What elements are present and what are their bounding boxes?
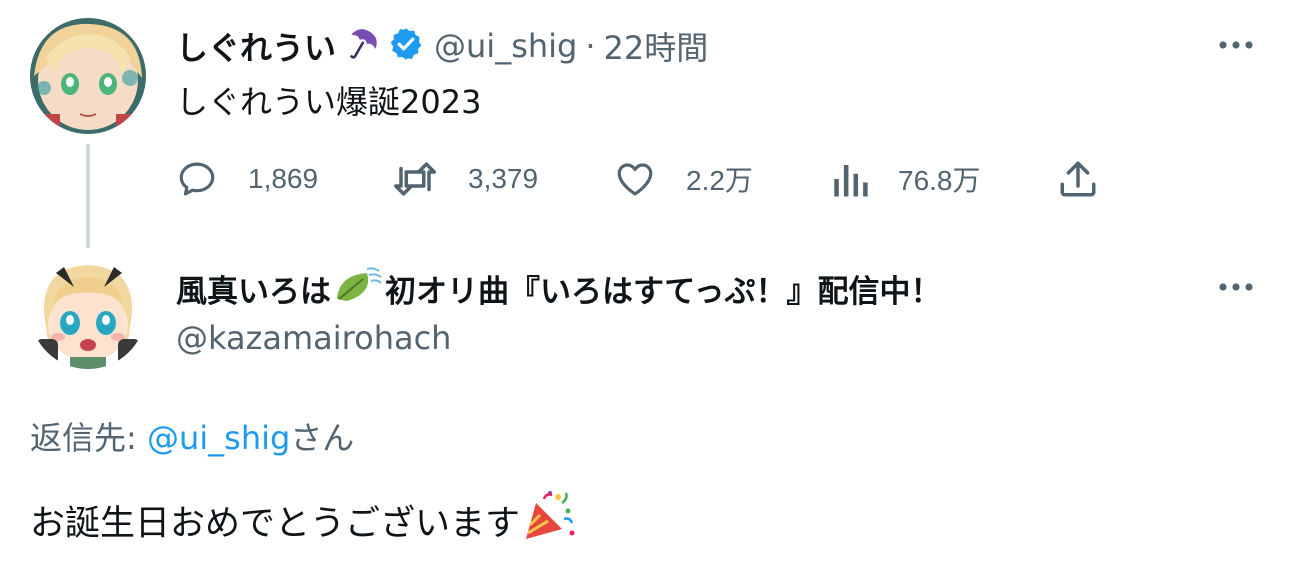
header-separator: · — [585, 27, 596, 65]
reply-author-name-prefix[interactable]: 風真いろは — [176, 266, 331, 311]
reply-text: お誕生日おめでとうございます — [30, 504, 521, 544]
author-display-name[interactable]: しぐれうい — [176, 23, 336, 69]
tweet-action-bar: 1,869 3,379 2.2万 76.8万 — [176, 154, 1106, 204]
share-icon — [1060, 161, 1096, 197]
retweet-icon — [394, 162, 436, 196]
like-button[interactable]: 2.2万 — [614, 154, 753, 204]
reply-button[interactable]: 1,869 — [176, 154, 318, 204]
avatar-shigure-ui[interactable] — [30, 18, 146, 134]
views-count: 76.8万 — [898, 165, 981, 196]
replying-to: 返信先: @ui_shigさん — [30, 413, 354, 459]
tweet-timestamp[interactable]: 22時間 — [604, 23, 709, 69]
retweet-count: 3,379 — [468, 163, 539, 194]
reply-author-handle[interactable]: @kazamairohach — [176, 316, 451, 360]
speech-bubble-icon — [179, 162, 215, 196]
views-button[interactable]: 76.8万 — [830, 154, 981, 204]
share-button[interactable] — [1056, 154, 1100, 204]
party-popper-emoji-icon — [522, 489, 576, 560]
replying-to-mention[interactable]: @ui_shig — [147, 419, 290, 457]
bar-chart-icon — [834, 165, 868, 197]
verified-badge-icon[interactable] — [388, 26, 424, 66]
like-count: 2.2万 — [686, 165, 753, 196]
leaf-emoji-icon — [333, 265, 383, 311]
retweet-button[interactable]: 3,379 — [392, 154, 538, 204]
replying-to-suffix: さん — [290, 419, 355, 457]
author-handle[interactable]: @ui_shig — [434, 27, 577, 65]
reply-count: 1,869 — [248, 163, 319, 194]
replying-to-label: 返信先: — [30, 419, 147, 457]
more-options-button[interactable] — [1214, 30, 1258, 60]
tweet-header: しぐれうい @ui_shig · 22時間 — [176, 24, 708, 68]
umbrella-emoji-icon — [342, 25, 380, 67]
reply-more-options-button[interactable] — [1214, 272, 1258, 302]
reply-author-name-suffix[interactable]: 初オリ曲『いろはすてっぷ！』配信中！ — [385, 266, 941, 311]
heart-icon — [617, 163, 653, 196]
reply-header: 風真いろは 初オリ曲『いろはすてっぷ！』配信中！ — [176, 266, 941, 310]
more-dots-icon — [1219, 41, 1253, 49]
avatar-kazama-iroha[interactable] — [30, 253, 146, 369]
more-dots-icon — [1219, 283, 1253, 291]
reply-text-container: お誕生日おめでとうございます — [30, 490, 576, 552]
tweet-text: しぐれうい爆誕2023 — [176, 83, 482, 121]
thread-connector-line — [86, 144, 90, 248]
